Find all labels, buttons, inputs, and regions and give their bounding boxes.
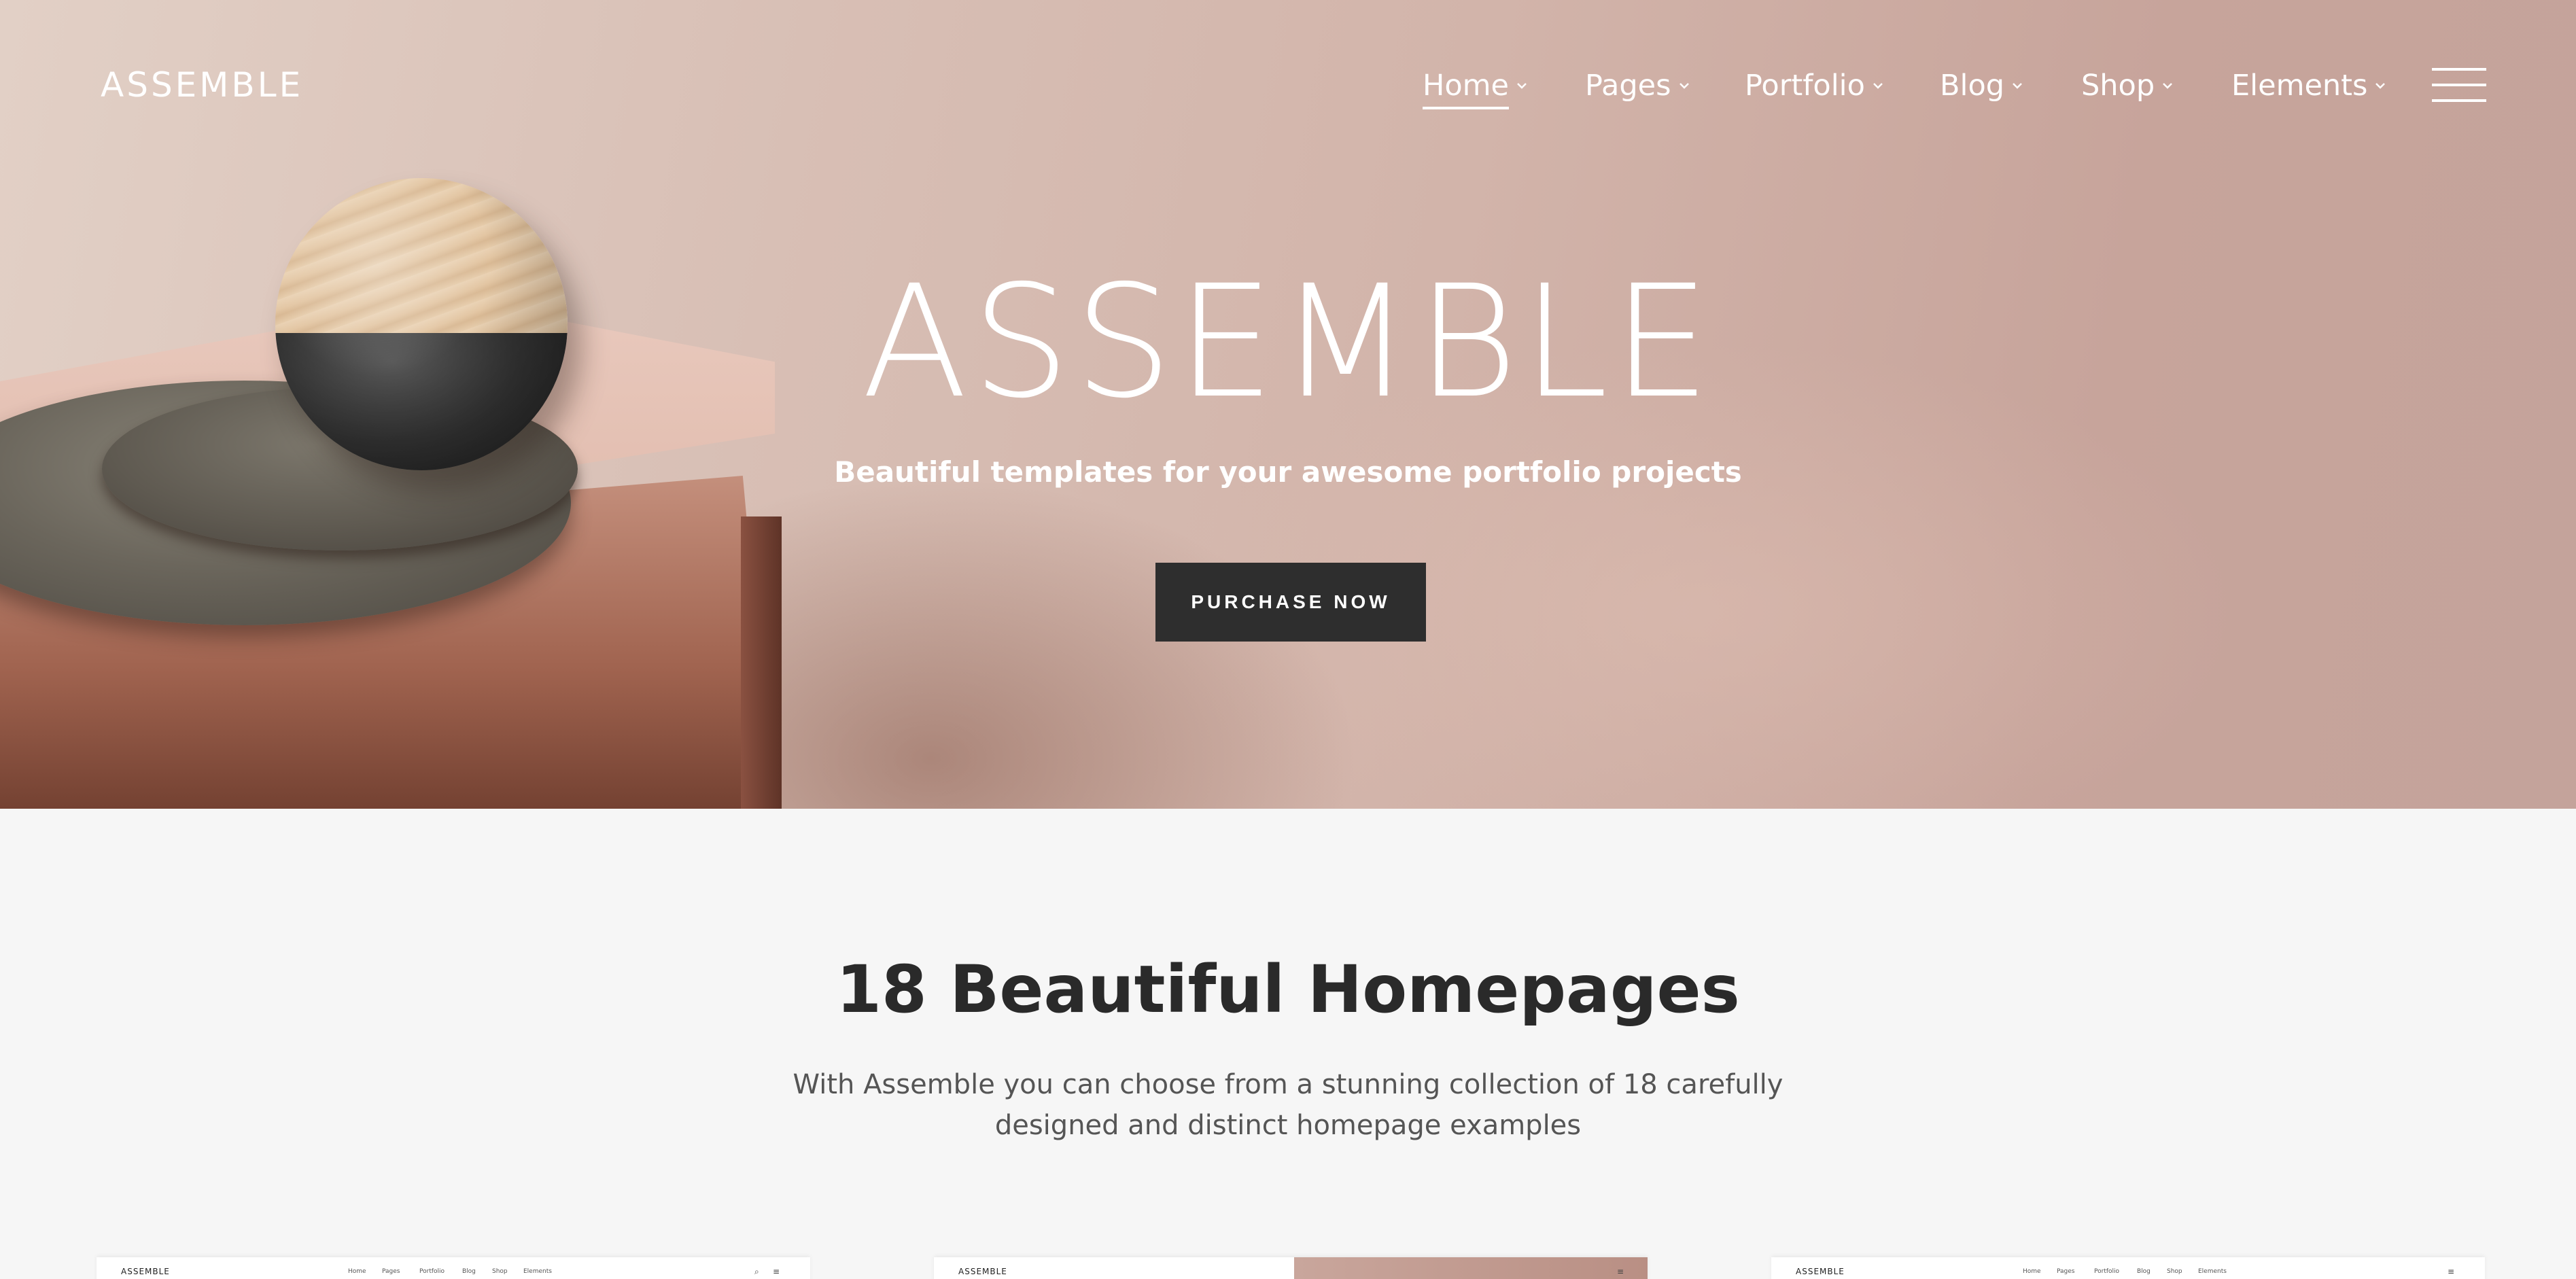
nav-item-pages[interactable]: Pages (1585, 65, 1690, 106)
main-nav: Home Pages Portfolio Blog Shop Elements (0, 65, 2576, 109)
hamburger-menu-icon[interactable] (2432, 68, 2486, 102)
preview-nav-portfolio: Portfolio (2094, 1268, 2120, 1275)
nav-label: Blog (1940, 69, 2005, 103)
nav-label: Pages (1585, 69, 1671, 103)
nav-item-elements[interactable]: Elements (2231, 65, 2386, 106)
preview-nav-blog: Blog (462, 1268, 476, 1275)
chevron-down-icon (2013, 83, 2022, 89)
nav-item-portfolio[interactable]: Portfolio (1745, 65, 1884, 106)
hero-banner: ASSEMBLE Home Pages Portfolio Blog Shop … (0, 0, 2576, 809)
homepage-preview-card[interactable]: ASSEMBLE Home Pages Portfolio Blog Shop … (1771, 1257, 2485, 1279)
preview-nav-pages: Pages (2057, 1268, 2075, 1275)
preview-logo: ASSEMBLE (1796, 1267, 1845, 1276)
nav-item-home[interactable]: Home (1423, 65, 1528, 109)
hamburger-menu-icon: ≡ (773, 1267, 780, 1276)
nav-label: Shop (2081, 69, 2155, 103)
preview-nav-elements: Elements (2198, 1268, 2227, 1275)
nav-item-blog[interactable]: Blog (1940, 65, 2023, 106)
nav-label: Elements (2231, 69, 2368, 103)
nav-label: Home (1423, 69, 1509, 109)
chevron-down-icon (2375, 83, 2386, 89)
purchase-now-button[interactable]: PURCHASE NOW (1155, 563, 1426, 642)
chevron-down-icon (1517, 83, 1527, 89)
search-icon: ⌕ (754, 1267, 759, 1276)
chevron-down-icon (1873, 83, 1883, 89)
hamburger-menu-icon: ≡ (1617, 1267, 1624, 1276)
nav-item-shop[interactable]: Shop (2081, 65, 2174, 106)
hero-pedestal-side (741, 516, 782, 809)
preview-nav-home: Home (2023, 1268, 2041, 1275)
chevron-down-icon (2163, 83, 2173, 89)
preview-nav-pages: Pages (382, 1268, 400, 1275)
nav-label: Portfolio (1745, 69, 1865, 103)
preview-hero-image (1294, 1257, 1648, 1279)
preview-nav-elements: Elements (523, 1268, 552, 1275)
section-title: 18 Beautiful Homepages (836, 951, 1740, 1028)
homepage-preview-card[interactable]: ASSEMBLE Home Pages Portfolio Blog Shop … (97, 1257, 810, 1279)
preview-nav-home: Home (348, 1268, 366, 1275)
section-description: With Assemble you can choose from a stun… (793, 1069, 1783, 1141)
preview-logo: ASSEMBLE (121, 1267, 170, 1276)
hero-subtitle: Beautiful templates for your awesome por… (834, 455, 1742, 489)
preview-nav-shop: Shop (492, 1268, 508, 1275)
preview-nav-blog: Blog (2137, 1268, 2151, 1275)
preview-nav-shop: Shop (2167, 1268, 2182, 1275)
hero-title: ASSEMBLE (861, 251, 1715, 432)
hamburger-menu-icon: ≡ (2448, 1267, 2455, 1276)
homepage-preview-card[interactable]: ASSEMBLE ≡ (934, 1257, 1648, 1279)
preview-logo: ASSEMBLE (958, 1267, 1007, 1276)
hero-background-shadow (748, 476, 1359, 809)
chevron-down-icon (1679, 83, 1689, 89)
preview-nav-portfolio: Portfolio (419, 1268, 445, 1275)
